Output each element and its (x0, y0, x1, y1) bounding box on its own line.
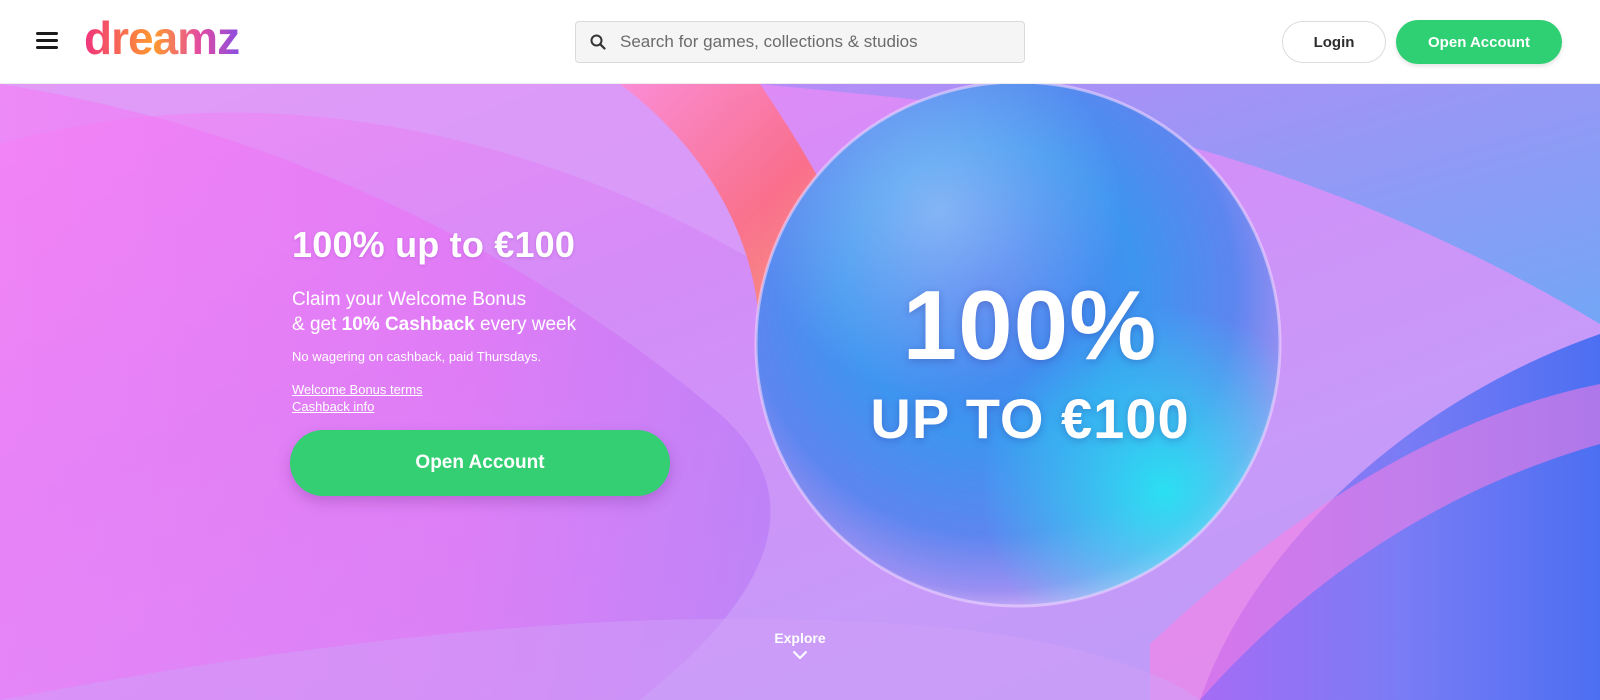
bubble-subheadline: UP TO €100 (870, 387, 1190, 450)
hero-subtitle-prefix: & get (292, 314, 342, 335)
search-bar[interactable] (575, 21, 1025, 63)
explore-button[interactable]: Explore (750, 630, 850, 660)
explore-label: Explore (774, 630, 826, 646)
cashback-info-link[interactable]: Cashback info (292, 399, 374, 414)
hero-banner: 100% up to €100 Claim your Welcome Bonus… (0, 84, 1600, 700)
hero-subtitle-suffix: every week (474, 314, 577, 335)
search-icon (590, 34, 606, 50)
hamburger-menu-icon[interactable] (36, 32, 58, 50)
dreamz-logo[interactable]: dreamz (84, 14, 284, 68)
hero-note: No wagering on cashback, paid Thursdays. (292, 349, 542, 364)
hero-subtitle-cashback: 10% Cashback (341, 314, 475, 335)
search-input[interactable] (620, 32, 1000, 52)
bubble-headline: 100% (902, 270, 1158, 380)
top-navigation-bar: dreamz Login Open Account (0, 0, 1600, 84)
welcome-bonus-terms-link[interactable]: Welcome Bonus terms (292, 382, 423, 397)
svg-text:dreamz: dreamz (84, 14, 239, 64)
chevron-down-icon (793, 651, 807, 659)
hero-open-account-button[interactable]: Open Account (290, 430, 670, 496)
hero-subtitle: Claim your Welcome Bonus & get 10% Cashb… (292, 287, 712, 337)
hero-subtitle-line1: Claim your Welcome Bonus (292, 289, 527, 310)
login-button[interactable]: Login (1282, 21, 1386, 63)
hero-subtitle-line2: & get 10% Cashback every week (292, 312, 712, 337)
hero-title: 100% up to €100 (292, 224, 576, 265)
open-account-button[interactable]: Open Account (1396, 20, 1562, 64)
